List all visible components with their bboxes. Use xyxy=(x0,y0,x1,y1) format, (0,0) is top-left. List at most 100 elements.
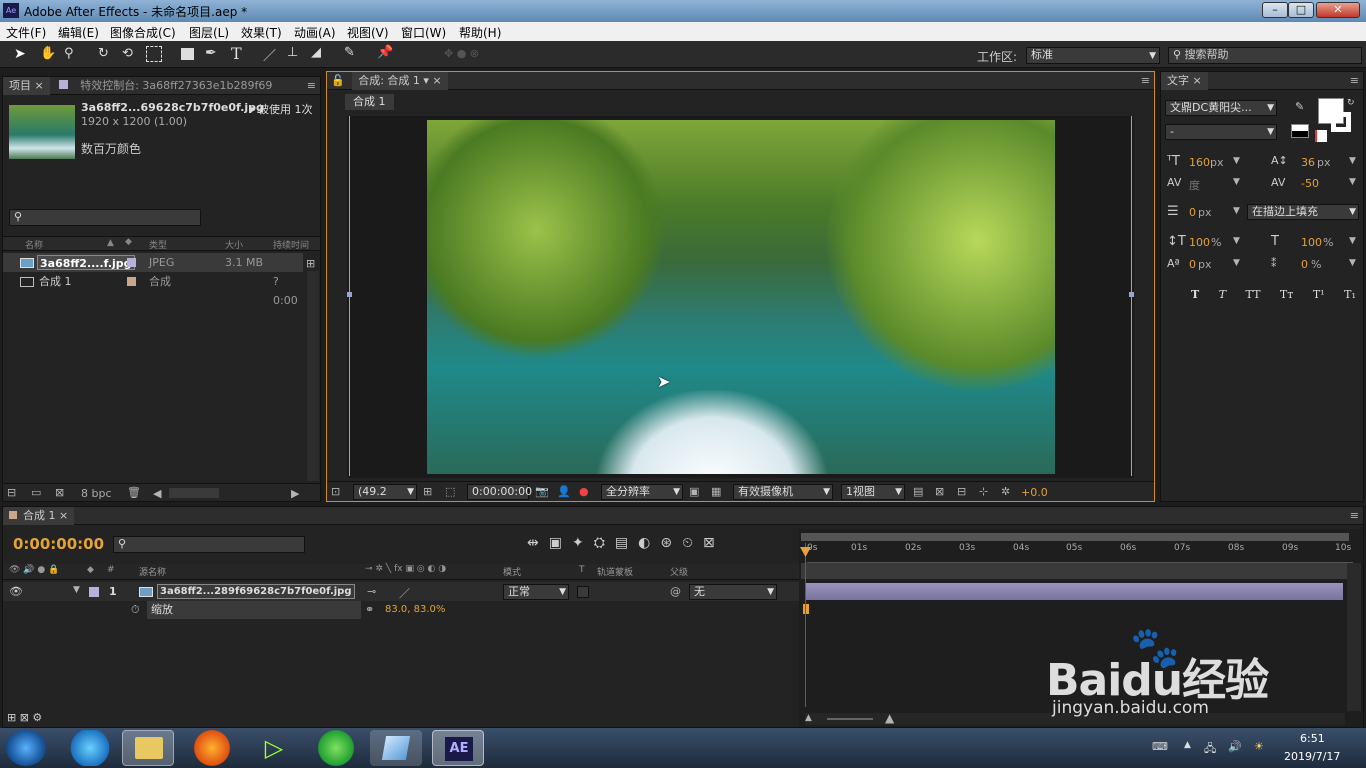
media-app-icon[interactable] xyxy=(64,730,116,766)
draft-3d-icon[interactable]: ▣ xyxy=(549,535,572,551)
region-of-interest-icon[interactable]: ▣ xyxy=(689,485,699,498)
maximize-button[interactable]: □ xyxy=(1288,2,1314,18)
zoom-out-icon[interactable]: ▲ xyxy=(805,713,812,723)
tsume-value[interactable]: 0 xyxy=(1301,258,1308,271)
graph-editor-icon[interactable]: ⊠ xyxy=(703,535,725,551)
notification-icon[interactable]: ☀ xyxy=(1254,740,1264,753)
panel-menu-icon[interactable]: ≡ xyxy=(307,79,316,92)
twirl-down-icon[interactable]: ▼ xyxy=(73,585,80,595)
stopwatch-icon[interactable]: ⏱ xyxy=(131,603,140,617)
trash-icon[interactable]: 🗑 xyxy=(127,486,141,499)
time-ruler[interactable]: 0s 01s 02s 03s 04s 05s 06s 07s 08s 09s 1… xyxy=(807,543,1353,563)
new-folder-icon[interactable]: ▭ xyxy=(31,486,41,499)
col-duration[interactable]: 持续时间 xyxy=(273,238,309,251)
menu-composition[interactable]: 图像合成(C) xyxy=(110,24,176,41)
layer-duration-bar[interactable] xyxy=(805,583,1343,600)
menu-window[interactable]: 窗口(W) xyxy=(401,24,446,41)
eyedropper-icon[interactable]: ✎ xyxy=(1295,100,1304,113)
interpret-footage-icon[interactable]: ⊟ xyxy=(7,486,16,499)
toggle-pixel-aspect-icon[interactable]: ▤ xyxy=(913,485,923,498)
font-size-value[interactable]: 160 xyxy=(1189,156,1210,169)
search-help-input[interactable]: ⚲ 搜索帮助 xyxy=(1168,47,1362,64)
menu-help[interactable]: 帮助(H) xyxy=(459,24,501,41)
tab-project[interactable]: 项目 × xyxy=(3,77,50,95)
col-type[interactable]: 类型 xyxy=(149,238,167,251)
baseline-shift-value[interactable]: 0 xyxy=(1189,258,1196,271)
chevron-down-icon[interactable]: ▼ xyxy=(1233,258,1240,268)
firefox-icon[interactable] xyxy=(186,730,238,766)
fast-previews-icon[interactable]: ⊠ xyxy=(935,485,944,498)
project-item-jpg[interactable]: 3a68ff2....f.jpg JPEG 3.1 MB xyxy=(3,253,303,272)
brainstorm-icon[interactable]: ◐ xyxy=(638,535,660,551)
chevron-down-icon[interactable]: ▼ xyxy=(1349,258,1356,268)
pick-whip-icon[interactable]: @ xyxy=(670,585,681,598)
pen-tool-icon[interactable]: ✒ xyxy=(205,45,217,61)
property-row[interactable]: ⏱ 缩放 ⚭ 83.0, 83.0% xyxy=(3,601,799,619)
show-snapshot-icon[interactable]: 👤 xyxy=(557,485,571,498)
view-layout-select[interactable]: 1视图 ▼ xyxy=(841,484,905,500)
menu-edit[interactable]: 编辑(E) xyxy=(58,24,99,41)
menu-animation[interactable]: 动画(A) xyxy=(294,24,336,41)
layer-name[interactable]: 3a68ff2...289f69628c7b7f0e0f.jpg xyxy=(157,584,355,599)
comp-breadcrumb[interactable]: 合成 1 xyxy=(345,94,394,110)
document-app-icon[interactable] xyxy=(370,730,422,766)
clock-time[interactable]: 6:51 xyxy=(1300,732,1325,745)
tab-composition[interactable]: 合成: 合成 1 ▾ × xyxy=(352,72,448,90)
project-scrollbar[interactable] xyxy=(307,271,319,481)
zoom-slider-track[interactable] xyxy=(827,718,873,720)
menu-file[interactable]: 文件(F) xyxy=(6,24,46,41)
collapse-switch-icon[interactable]: ⊸ xyxy=(367,585,376,598)
subscript-button[interactable]: T₁ xyxy=(1344,288,1356,301)
puppet-pin-tool-icon[interactable]: 📌 xyxy=(377,45,393,60)
chevron-down-icon[interactable]: ▼ xyxy=(1233,236,1240,246)
timeline-icon[interactable]: ⊟ xyxy=(957,485,966,498)
chevron-down-icon[interactable]: ▼ xyxy=(1349,236,1356,246)
frame-blending-icon[interactable]: ⛭ xyxy=(594,535,615,551)
comp-handle-right[interactable] xyxy=(1129,292,1134,297)
scale-value[interactable]: 83.0, 83.0% xyxy=(385,604,445,615)
mask-visibility-icon[interactable]: ⬚ xyxy=(445,485,455,498)
track-matte-checkbox[interactable] xyxy=(577,586,589,598)
panel-menu-icon[interactable]: ≡ xyxy=(1350,74,1359,87)
stroke-width-value[interactable]: 0 xyxy=(1189,206,1196,219)
minimize-button[interactable]: – xyxy=(1262,2,1288,18)
menu-layer[interactable]: 图层(L) xyxy=(189,24,229,41)
horizontal-scrollbar[interactable] xyxy=(169,488,219,498)
faux-bold-button[interactable]: T xyxy=(1191,288,1199,301)
leading-value[interactable]: 36 xyxy=(1301,156,1315,169)
brush-tool-icon[interactable]: ／ xyxy=(263,45,276,64)
tab-character[interactable]: 文字 × xyxy=(1161,72,1208,90)
stroke-color-swatch[interactable] xyxy=(1331,112,1351,132)
stopwatch-icon[interactable]: ⏲ xyxy=(682,535,703,551)
after-effects-taskbar-button[interactable]: AE xyxy=(432,730,484,766)
rectangle-tool-icon[interactable] xyxy=(181,48,194,60)
col-name[interactable]: 名称 xyxy=(25,238,43,251)
all-caps-button[interactable]: TT xyxy=(1246,288,1261,301)
font-style-select[interactable]: - ▼ xyxy=(1165,124,1277,140)
quality-switch-icon[interactable]: ／ xyxy=(399,585,410,601)
faux-italic-button[interactable]: T xyxy=(1219,288,1226,301)
auto-keyframe-icon[interactable]: ⊛ xyxy=(660,535,682,551)
media-player-icon[interactable]: ▷ xyxy=(248,730,300,766)
constrain-proportions-icon[interactable]: ⚭ xyxy=(365,603,374,616)
no-stroke-icon[interactable] xyxy=(1315,130,1327,142)
roto-brush-tool-icon[interactable]: ✎ xyxy=(344,45,355,60)
chevron-down-icon[interactable]: ▼ xyxy=(1233,206,1240,216)
source-name-header[interactable]: 源名称 xyxy=(139,565,166,578)
small-caps-button[interactable]: Tт xyxy=(1280,288,1293,301)
vertical-scale-value[interactable]: 100 xyxy=(1189,236,1210,249)
superscript-button[interactable]: T¹ xyxy=(1313,288,1325,301)
timeline-current-time[interactable]: 0:00:00:00 xyxy=(13,535,104,553)
swap-colors-icon[interactable]: ↻ xyxy=(1347,98,1355,108)
tray-expand-icon[interactable]: ▲ xyxy=(1184,740,1191,750)
pan-behind-tool-icon[interactable] xyxy=(146,46,162,62)
clock-date[interactable]: 2019/7/17 xyxy=(1284,750,1340,763)
blend-mode-select[interactable]: 正常 ▼ xyxy=(503,584,569,600)
scroll-left-icon[interactable]: ◀ xyxy=(153,487,161,500)
project-item-comp[interactable]: 合成 1 合成 ? 0:00 xyxy=(3,272,303,307)
work-area-bar[interactable] xyxy=(801,533,1349,541)
clone-stamp-tool-icon[interactable]: ⊥ xyxy=(287,45,298,60)
channel-icon[interactable]: ● xyxy=(579,485,589,498)
kerning-value[interactable]: 度 xyxy=(1189,177,1200,193)
text-tool-icon[interactable]: T xyxy=(231,44,242,63)
